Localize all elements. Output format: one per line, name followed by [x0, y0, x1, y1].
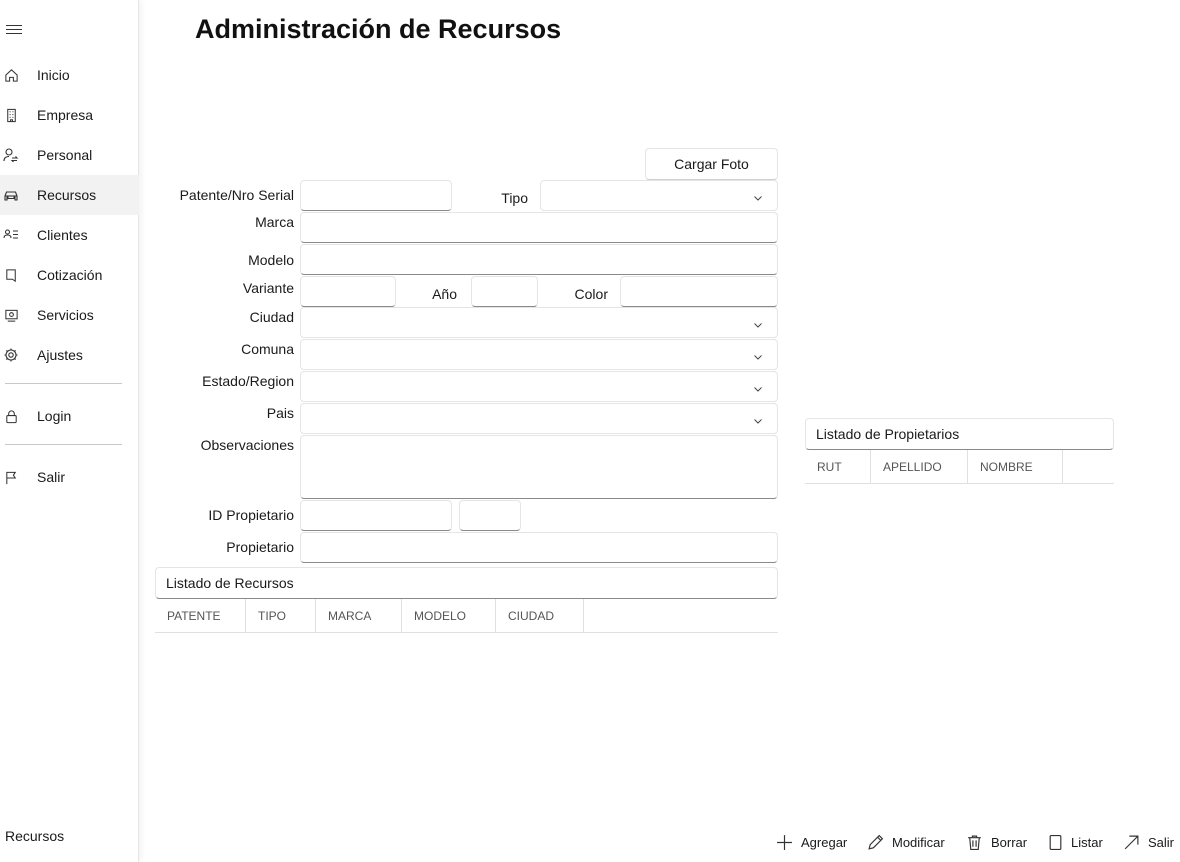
marca-input[interactable]	[300, 212, 778, 243]
modelo-label: Modelo	[248, 252, 294, 268]
list-button[interactable]: Listar	[1048, 831, 1103, 853]
building-icon	[3, 107, 19, 123]
marca-label: Marca	[255, 214, 294, 230]
list-button-label: Listar	[1071, 834, 1103, 850]
plus-icon	[777, 834, 792, 850]
nav-item-label: Recursos	[37, 187, 97, 203]
id-propietario-label: ID Propietario	[208, 507, 294, 523]
flag-icon	[3, 469, 19, 485]
nav-item-empresa[interactable]: Empresa	[0, 95, 139, 135]
nav-item-clientes[interactable]: Clientes	[0, 215, 139, 255]
contact-list-icon	[3, 227, 19, 243]
navigation-pane: Inicio Empresa Personal Recursos Cliente…	[0, 0, 139, 862]
anio-input[interactable]	[471, 276, 538, 307]
nav-item-label: Login	[37, 408, 72, 424]
page-title: Administración de Recursos	[195, 14, 562, 44]
current-page-label: Recursos	[5, 828, 65, 844]
nav-divider	[5, 383, 122, 384]
column-header[interactable]: APELLIDO	[871, 450, 968, 484]
column-header[interactable]: NOMBRE	[968, 450, 1063, 484]
comuna-label: Comuna	[241, 341, 294, 357]
nav-item-cotizacion[interactable]: Cotización	[0, 255, 139, 295]
nav-item-label: Salir	[37, 469, 66, 485]
exit-button[interactable]: Salir	[1123, 831, 1174, 853]
chevron-down-icon	[753, 413, 763, 431]
nav-item-label: Clientes	[37, 227, 88, 243]
id-propietario-extra-input[interactable]	[459, 500, 521, 531]
modify-button-label: Modificar	[892, 834, 945, 850]
delete-button-label: Borrar	[991, 834, 1028, 850]
tipo-label: Tipo	[501, 190, 528, 206]
hamburger-menu-icon[interactable]	[6, 22, 22, 38]
estado-label: Estado/Region	[202, 373, 294, 389]
nav-item-servicios[interactable]: Servicios	[0, 295, 139, 335]
screen-icon	[3, 307, 19, 323]
observaciones-textarea[interactable]	[300, 435, 778, 499]
ciudad-select[interactable]	[300, 307, 778, 338]
propietario-input[interactable]	[300, 532, 778, 563]
pais-select[interactable]	[300, 403, 778, 434]
recursos-grid-header: PATENTE TIPO MARCA MODELO CIUDAD	[155, 599, 778, 633]
delete-button[interactable]: Borrar	[966, 831, 1027, 853]
arrow-up-right-icon	[1124, 835, 1139, 849]
patente-input[interactable]	[300, 180, 452, 211]
column-header[interactable]: PATENTE	[155, 599, 246, 633]
lock-icon	[3, 408, 19, 424]
nav-item-label: Inicio	[37, 67, 70, 83]
ciudad-label: Ciudad	[249, 309, 294, 325]
nav-item-login[interactable]: Login	[0, 396, 139, 436]
propietarios-grid-header: RUT APELLIDO NOMBRE	[805, 450, 1114, 484]
pais-label: Pais	[266, 405, 294, 421]
document-icon	[3, 267, 19, 283]
nav-item-label: Empresa	[37, 107, 94, 123]
trash-icon	[968, 835, 981, 850]
nav-divider	[5, 444, 122, 445]
chevron-down-icon	[753, 349, 763, 367]
nav-item-ajustes[interactable]: Ajustes	[0, 335, 139, 375]
comuna-select[interactable]	[300, 339, 778, 370]
column-header[interactable]: MODELO	[402, 599, 496, 633]
anio-label: Año	[432, 286, 457, 302]
variante-input[interactable]	[300, 276, 396, 307]
person-switch-icon	[3, 147, 19, 163]
color-input[interactable]	[620, 276, 778, 307]
recursos-list-header[interactable]: Listado de Recursos	[155, 567, 778, 599]
column-header[interactable]: TIPO	[246, 599, 316, 633]
modify-button[interactable]: Modificar	[867, 831, 945, 853]
estado-select[interactable]	[300, 371, 778, 402]
nav-item-recursos[interactable]: Recursos	[0, 175, 139, 215]
nav-item-label: Ajustes	[37, 347, 83, 363]
car-icon	[3, 187, 19, 203]
patente-label: Patente/Nro Serial	[179, 187, 294, 203]
variante-label: Variante	[242, 280, 294, 296]
nav-item-salir[interactable]: Salir	[0, 457, 139, 497]
column-header[interactable]: MARCA	[316, 599, 402, 633]
nav-item-label: Servicios	[37, 307, 94, 323]
gear-icon	[3, 347, 19, 363]
nav-item-personal[interactable]: Personal	[0, 135, 139, 175]
tipo-select[interactable]	[540, 180, 778, 211]
nav-item-inicio[interactable]: Inicio	[0, 55, 139, 95]
id-propietario-input[interactable]	[300, 500, 452, 531]
chevron-down-icon	[753, 317, 763, 335]
exit-button-label: Salir	[1148, 834, 1175, 850]
chevron-down-icon	[753, 190, 763, 208]
load-photo-button[interactable]: Cargar Foto	[645, 148, 778, 180]
add-button[interactable]: Agregar	[776, 831, 847, 853]
nav-item-label: Personal	[37, 147, 93, 163]
color-label: Color	[574, 286, 608, 302]
nav-item-label: Cotización	[37, 267, 103, 283]
page-icon	[1049, 834, 1062, 850]
propietarios-list-header[interactable]: Listado de Propietarios	[805, 418, 1114, 450]
home-icon	[3, 67, 19, 83]
propietario-label: Propietario	[226, 539, 294, 555]
observaciones-label: Observaciones	[200, 437, 294, 453]
pencil-icon	[868, 834, 884, 850]
column-header[interactable]: RUT	[805, 450, 871, 484]
chevron-down-icon	[753, 381, 763, 399]
add-button-label: Agregar	[801, 834, 848, 850]
modelo-input[interactable]	[300, 244, 778, 275]
column-header[interactable]: CIUDAD	[496, 599, 584, 633]
